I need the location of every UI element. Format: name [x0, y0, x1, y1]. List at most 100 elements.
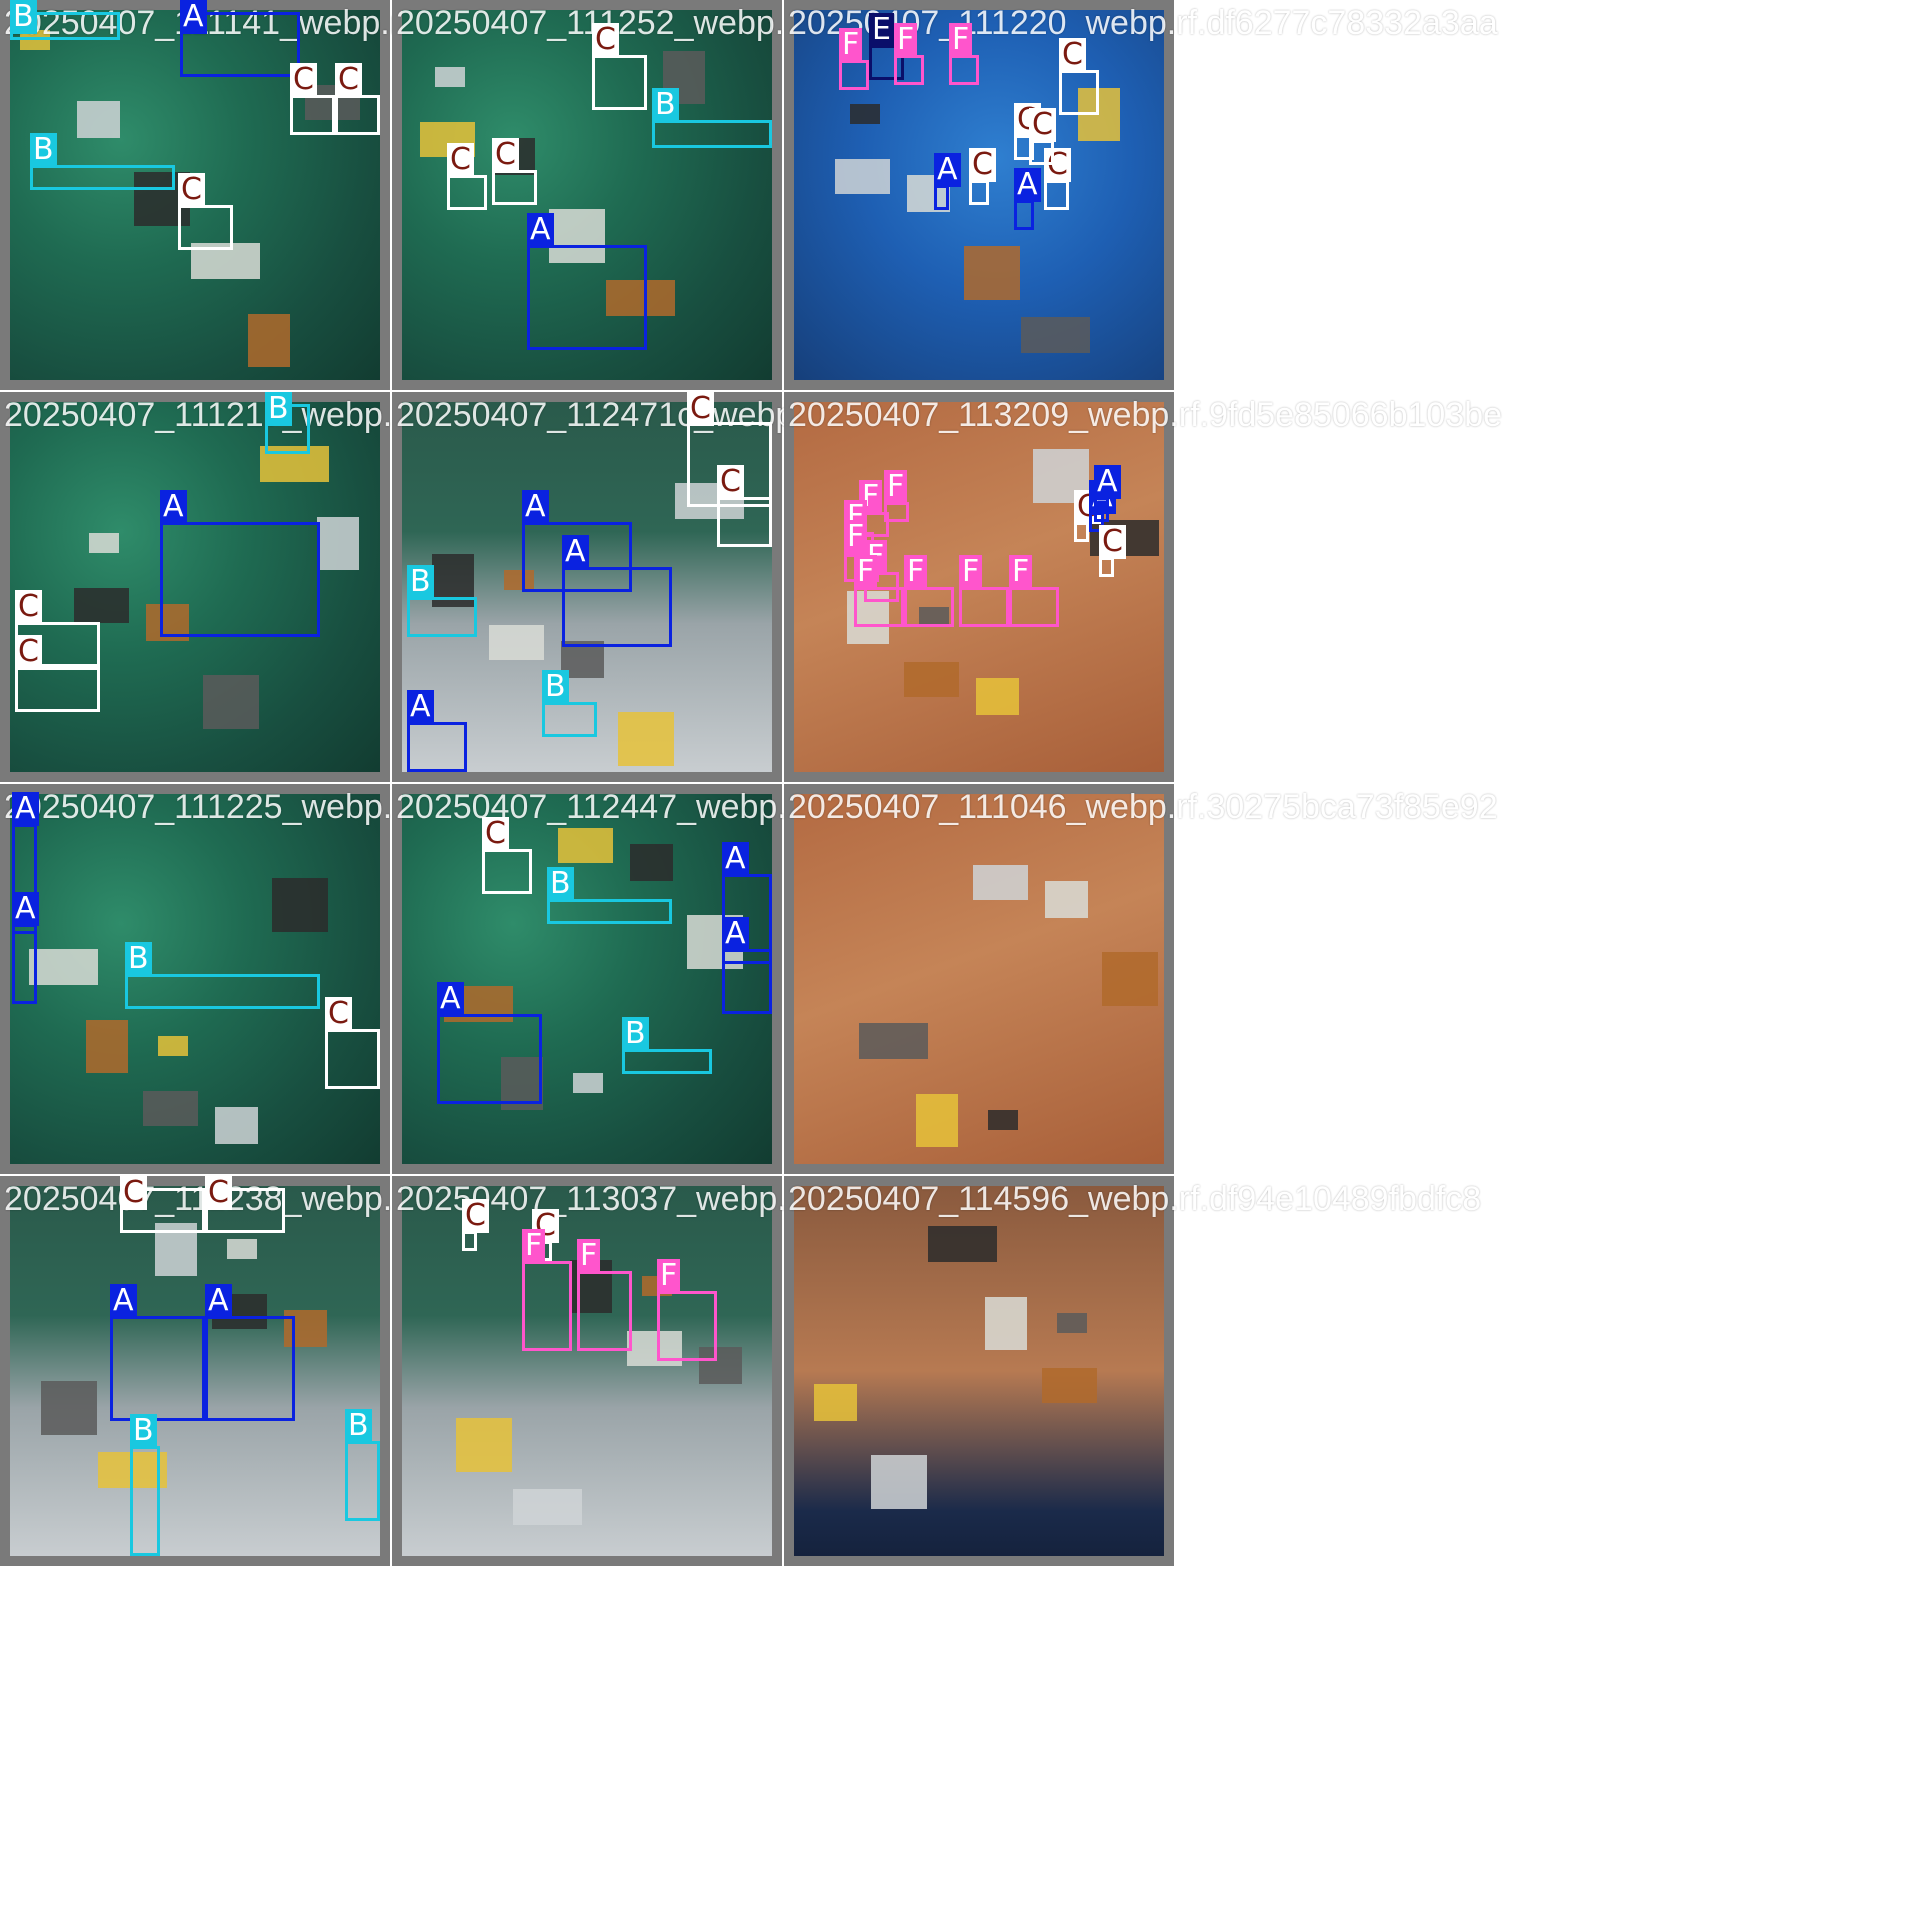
bounding-box — [1099, 557, 1114, 577]
class-label: A — [437, 982, 464, 1016]
photo — [402, 794, 772, 1164]
class-label: F — [1009, 555, 1033, 589]
component-shape — [1057, 1313, 1087, 1333]
bounding-box — [657, 1291, 717, 1361]
component-shape — [1045, 881, 1088, 918]
component-shape — [74, 588, 129, 623]
bounding-box — [577, 1271, 632, 1351]
class-label: B — [542, 670, 569, 704]
class-label: A — [722, 917, 749, 951]
bounding-box — [110, 1316, 205, 1421]
class-label: C — [178, 173, 205, 207]
class-label: A — [522, 490, 549, 524]
component-shape — [158, 1036, 188, 1056]
bounding-box — [652, 120, 772, 148]
class-label: C — [447, 143, 474, 177]
photo — [794, 1186, 1164, 1556]
class-label: B — [652, 88, 679, 122]
bounding-box — [969, 180, 989, 205]
class-label: B — [130, 1414, 157, 1448]
bounding-box — [934, 185, 949, 210]
component-shape — [916, 1094, 958, 1147]
class-label: C — [592, 23, 619, 57]
component-shape — [317, 517, 359, 570]
component-shape — [143, 1091, 198, 1126]
bounding-box — [1029, 140, 1054, 165]
bounding-box — [178, 205, 233, 250]
bounding-box — [345, 1441, 380, 1521]
class-label: C — [15, 590, 42, 624]
component-shape — [904, 662, 959, 697]
bounding-box — [547, 899, 672, 924]
class-label: B — [265, 392, 292, 426]
class-label: C — [1099, 525, 1126, 559]
image-tile: 20250407_114596_webp.rf.df94e10489fbdfc8 — [784, 1176, 1481, 1566]
image-tile: 20250407_111225_webp.rf. A A B C — [0, 784, 422, 1174]
bounding-box — [717, 497, 772, 547]
component-shape — [835, 159, 890, 194]
bounding-box — [407, 722, 467, 772]
bounding-box — [15, 667, 100, 712]
class-label: B — [10, 0, 37, 34]
bounding-box — [462, 1231, 477, 1251]
component-shape — [89, 533, 119, 553]
class-label: F — [884, 470, 908, 504]
class-label: A — [160, 490, 187, 524]
image-tile: 20250407_113209_webp.rf.9fd5e85066b103be… — [784, 392, 1502, 782]
component-shape — [630, 844, 673, 881]
bounding-box — [325, 1029, 380, 1089]
class-label: C — [205, 1176, 232, 1210]
bounding-box — [335, 95, 380, 135]
class-label: E — [869, 13, 894, 47]
component-shape — [976, 678, 1019, 715]
bounding-box — [30, 165, 175, 190]
component-shape — [814, 1384, 857, 1421]
class-label: C — [15, 635, 42, 669]
class-label: B — [125, 942, 152, 976]
bounding-box — [542, 702, 597, 737]
class-label: C — [120, 1176, 147, 1210]
class-label: C — [290, 63, 317, 97]
component-shape — [573, 1073, 603, 1093]
class-label: A — [527, 213, 554, 247]
component-shape — [871, 1455, 927, 1509]
image-tile: 20250407_111238_webp.rf.CCAABB — [0, 1176, 422, 1566]
bounding-box — [562, 567, 672, 647]
bounding-box — [592, 55, 647, 110]
image-tile: 20250407_111220_webp.rf.df6277c78332a3aa… — [784, 0, 1498, 390]
image-tile: 20250407_111252_webp.rf.CBCCA — [392, 0, 814, 390]
component-shape — [77, 101, 120, 138]
component-shape — [489, 625, 544, 660]
bounding-box — [447, 175, 487, 210]
class-label: C — [482, 817, 509, 851]
bounding-box — [959, 587, 1009, 627]
class-label: B — [407, 565, 434, 599]
class-label: F — [577, 1239, 601, 1273]
class-label: C — [717, 465, 744, 499]
class-label: F — [904, 555, 928, 589]
component-shape — [272, 878, 328, 932]
bounding-box — [1014, 200, 1034, 230]
component-shape — [850, 104, 880, 124]
component-shape — [558, 828, 613, 863]
class-label: C — [335, 63, 362, 97]
class-label: F — [839, 28, 863, 62]
class-label: A — [562, 535, 589, 569]
class-label: C — [1029, 108, 1056, 142]
class-label: F — [854, 555, 878, 589]
image-tile: 20250407_111141_webp.rf. A B C C B C — [0, 0, 420, 390]
image-tile: 20250407_111046_webp.rf.30275bca73f85e92 — [784, 784, 1498, 1174]
component-shape — [973, 865, 1028, 900]
bounding-box — [527, 245, 647, 350]
component-shape — [859, 1023, 928, 1059]
image-tile: 20250407_113037_webp.rf. C C F F F — [392, 1176, 817, 1566]
bounding-box — [407, 597, 477, 637]
class-label: A — [722, 842, 749, 876]
class-label: F — [949, 23, 973, 57]
class-label: A — [205, 1284, 232, 1318]
bounding-box — [722, 949, 772, 1014]
class-label: B — [30, 133, 57, 167]
component-shape — [435, 67, 465, 87]
class-label: A — [180, 0, 207, 34]
bounding-box — [839, 60, 869, 90]
